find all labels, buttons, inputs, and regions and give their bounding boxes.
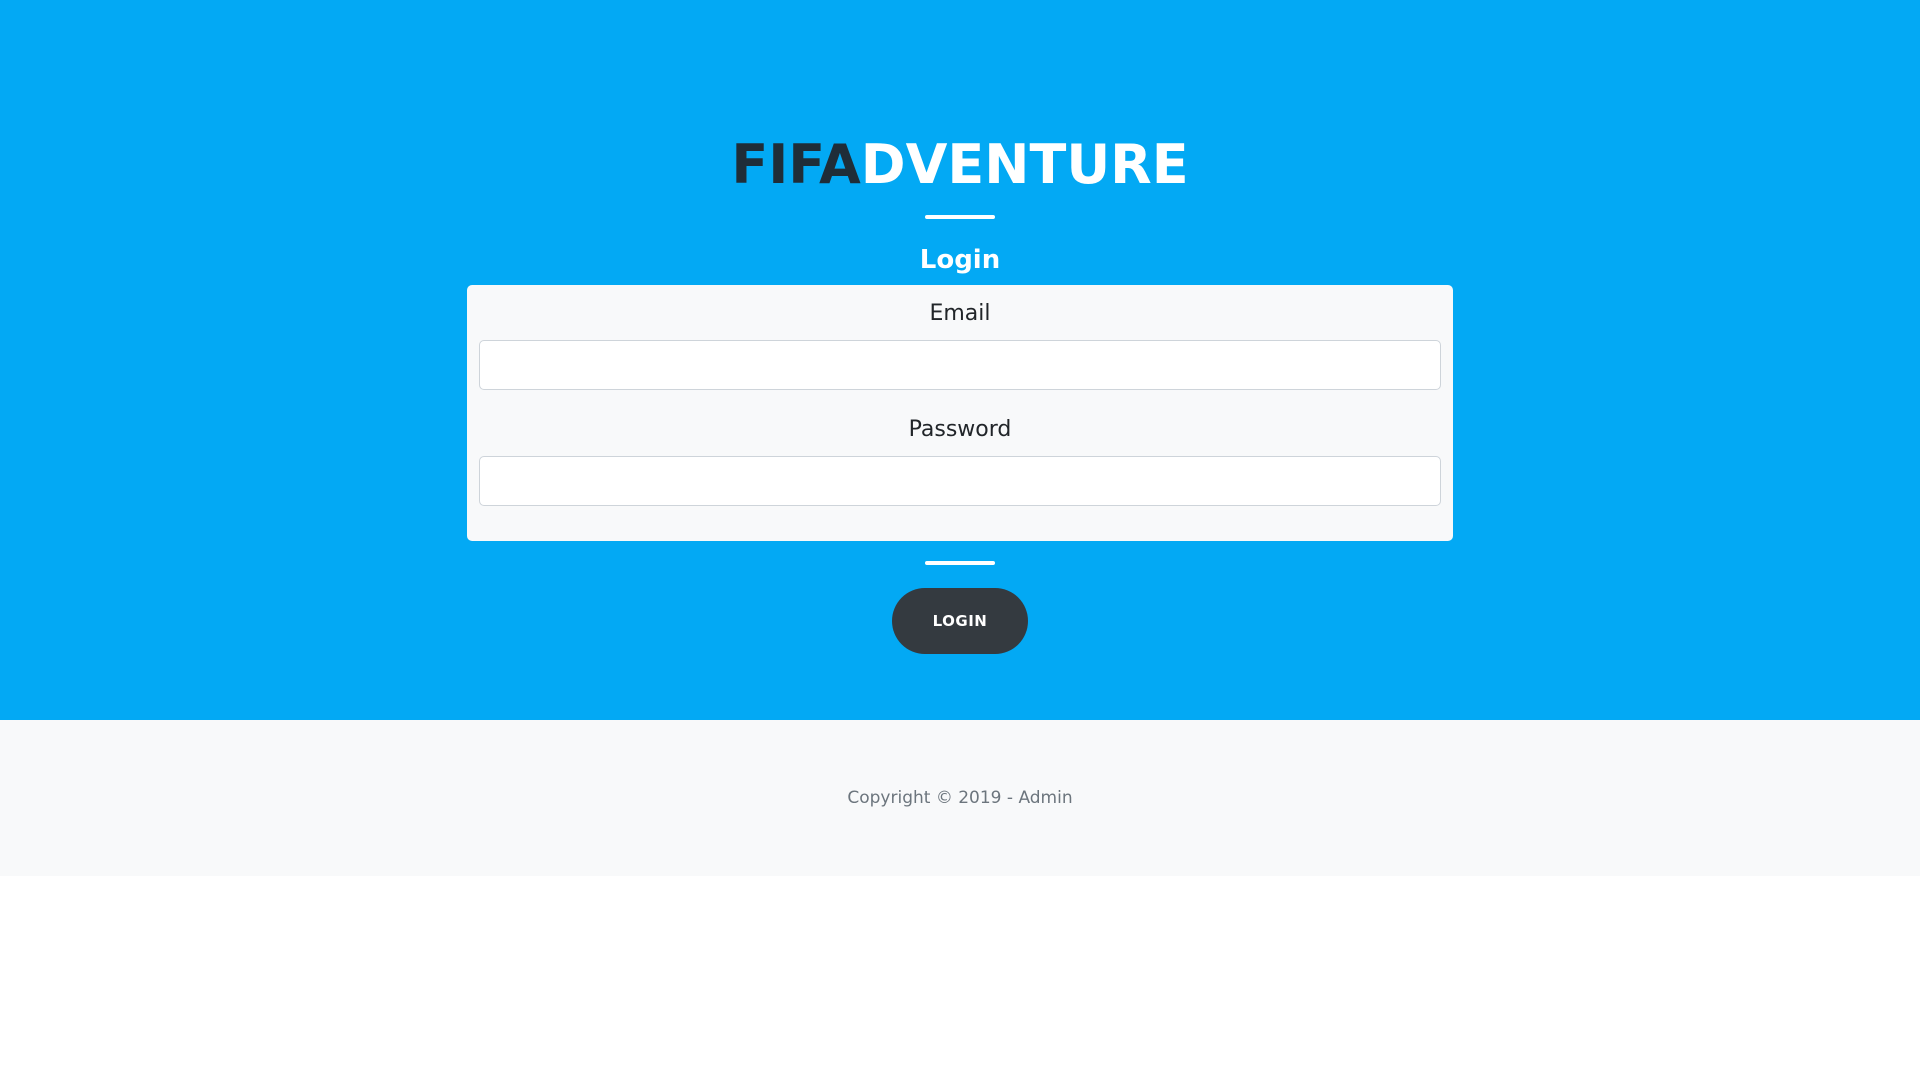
login-button[interactable]: LOGIN	[892, 588, 1028, 654]
bottom-divider	[925, 561, 995, 565]
copyright-text: Copyright © 2019 - Admin	[847, 788, 1073, 808]
brand-title-part2: DVENTURE	[860, 133, 1189, 196]
brand-title: FIFADVENTURE	[0, 130, 1920, 200]
password-field[interactable]	[479, 456, 1441, 506]
email-label: Email	[929, 301, 991, 326]
brand-title-part1: FIFA	[731, 133, 861, 196]
top-divider	[925, 215, 995, 219]
hero-section: FIFADVENTURE Login Email Password LOGIN	[0, 0, 1920, 720]
footer: Copyright © 2019 - Admin	[0, 720, 1920, 876]
email-field[interactable]	[479, 340, 1441, 390]
login-heading: Login	[919, 245, 1001, 275]
login-form-card: Email Password	[467, 285, 1453, 541]
password-label: Password	[908, 417, 1012, 442]
